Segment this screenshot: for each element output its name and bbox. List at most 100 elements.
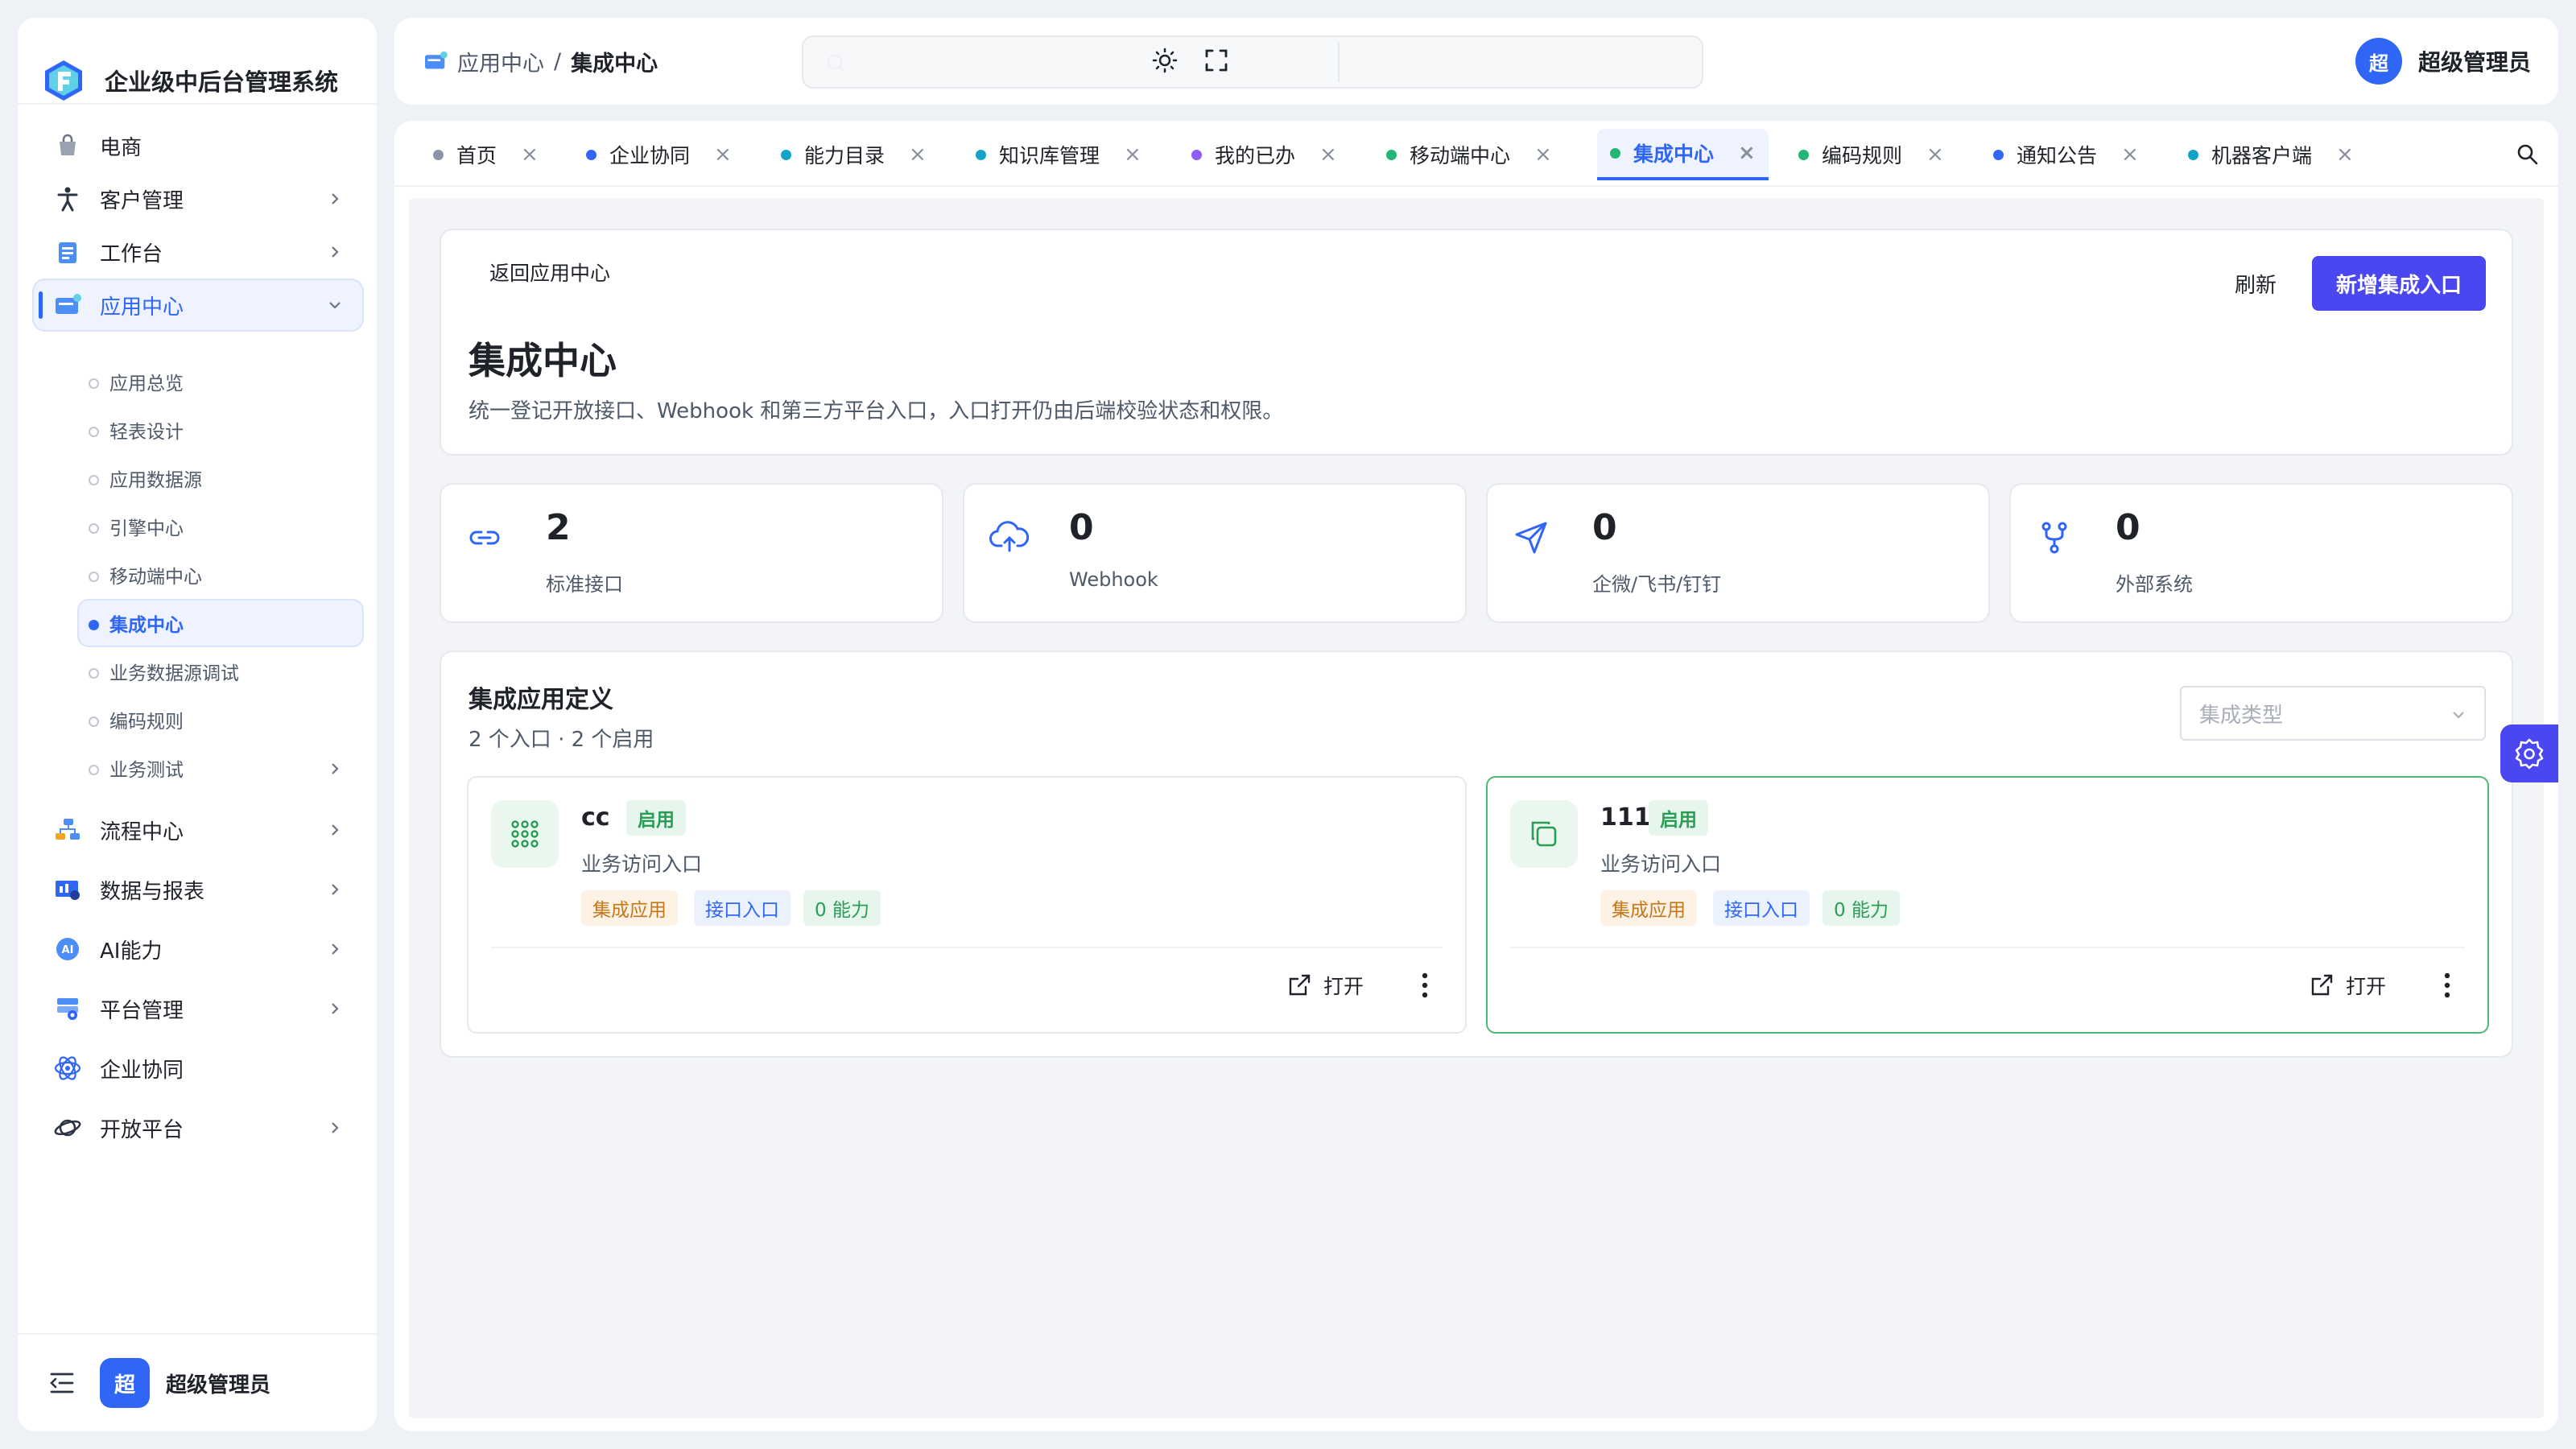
tab-integration-center[interactable]: 集成中心 ×: [1597, 129, 1769, 180]
app-name: 111: [1600, 803, 1651, 832]
sidebar-item-collab[interactable]: 企业协同: [32, 1042, 364, 1095]
more-vertical-icon[interactable]: [2442, 971, 2452, 1000]
close-icon[interactable]: ×: [909, 142, 927, 167]
sidebar-item-label: 应用中心: [100, 295, 184, 320]
stat-label: 标准接口: [546, 573, 623, 596]
stat-card: 0 Webhook: [963, 483, 1467, 623]
back-link[interactable]: 返回应用中心: [489, 258, 610, 287]
tab-notices[interactable]: 通知公告 ×: [1993, 129, 2139, 180]
svg-text:AI: AI: [62, 944, 74, 956]
sidebar-subitem-integration-center[interactable]: 集成中心: [77, 599, 364, 647]
chevron-right-icon: [325, 189, 345, 208]
search-input[interactable]: [802, 35, 1703, 89]
grid-dots-icon: [491, 800, 559, 868]
divider: [1510, 947, 2465, 948]
close-icon[interactable]: ×: [1738, 141, 1756, 165]
breadcrumb-item[interactable]: 应用中心: [457, 46, 544, 77]
tab-dot: [1386, 149, 1397, 160]
sidebar-subitem-business-test[interactable]: 业务测试: [77, 744, 364, 792]
tab-dot: [1798, 149, 1809, 160]
tab-coding-rules[interactable]: 编码规则 ×: [1798, 129, 1944, 180]
chevron-right-icon: [325, 939, 345, 959]
sidebar-item-data-reports[interactable]: 数据与报表: [32, 863, 364, 916]
sidebar-subitem-app-datasource[interactable]: 应用数据源: [77, 454, 364, 502]
stat-value: 2: [546, 507, 571, 548]
close-icon[interactable]: ×: [2336, 142, 2354, 167]
tab-my-done[interactable]: 我的已办 ×: [1191, 129, 1337, 180]
theme-toggle-icon[interactable]: [1151, 47, 1179, 74]
more-vertical-icon[interactable]: [1420, 971, 1430, 1000]
chevron-down-icon: [2449, 705, 2468, 724]
page-body: 返回应用中心 集成中心 统一登记开放接口、Webhook 和第三方平台入口，入口…: [409, 198, 2544, 1418]
user-menu[interactable]: 超 超级管理员: [2355, 18, 2531, 105]
collapse-menu-icon[interactable]: [48, 1371, 76, 1395]
divider: [18, 103, 377, 105]
sidebar-subitem-mobile-center[interactable]: 移动端中心: [77, 551, 364, 599]
sidebar-item-ai[interactable]: AI AI能力: [32, 923, 364, 976]
sidebar-item-customers[interactable]: 客户管理: [32, 172, 364, 225]
sidebar-item-label: 客户管理: [100, 188, 184, 213]
tab-home[interactable]: 首页 ×: [433, 129, 539, 180]
tag: 接口入口: [694, 890, 791, 926]
top-header: 应用中心 / 集成中心 超 超级管理员: [394, 18, 2558, 105]
tab-mobile-center[interactable]: 移动端中心 ×: [1386, 129, 1552, 180]
planet-icon: [52, 1112, 84, 1144]
clipboard-icon: [52, 236, 84, 268]
breadcrumb: 应用中心 / 集成中心: [423, 18, 658, 105]
content-area: 首页 × 企业协同 × 能力目录 × 知识库管理 × 我的已办 × 移动端中心 × 集成中心…: [394, 121, 2558, 1431]
search-icon: [824, 52, 848, 76]
stat-label: 企微/飞书/钉钉: [1592, 573, 1722, 596]
close-icon[interactable]: ×: [1926, 142, 1944, 167]
sidebar-subitem-engine-center[interactable]: 引擎中心: [77, 502, 364, 551]
report-icon: [52, 873, 84, 906]
app-card[interactable]: 111 启用 业务访问入口 集成应用 接口入口 0 能力 打开: [1486, 776, 2489, 1034]
sidebar-subitem-coding-rules[interactable]: 编码规则: [77, 696, 364, 744]
person-icon: [52, 183, 84, 215]
sidebar-item-label: 数据与报表: [100, 879, 205, 904]
fullscreen-icon[interactable]: [1203, 47, 1230, 74]
brand[interactable]: 企业级中后台管理系统: [42, 40, 338, 121]
sidebar-subitem-light-form[interactable]: 轻表设计: [77, 406, 364, 454]
sidebar-subitem-label: 业务测试: [109, 760, 184, 781]
close-icon[interactable]: ×: [1319, 142, 1337, 167]
search-icon[interactable]: [2515, 142, 2541, 167]
close-icon[interactable]: ×: [2121, 142, 2139, 167]
open-label: 打开: [1323, 975, 1364, 998]
refresh-button[interactable]: 刷新: [2235, 269, 2277, 299]
sidebar-item-ecommerce[interactable]: 电商: [32, 119, 364, 172]
status-badge: 启用: [1649, 800, 1708, 836]
add-integration-button[interactable]: 新增集成入口: [2312, 256, 2486, 311]
close-icon[interactable]: ×: [1124, 142, 1141, 167]
sidebar-item-open-platform[interactable]: 开放平台: [32, 1101, 364, 1154]
sidebar-subitem-app-overview[interactable]: 应用总览: [77, 357, 364, 406]
open-button[interactable]: 打开: [1286, 971, 1364, 1000]
section-title: 集成应用定义: [469, 686, 613, 714]
tab-label: 编码规则: [1822, 144, 1903, 167]
tag: 集成应用: [1600, 890, 1697, 926]
open-button[interactable]: 打开: [2309, 971, 2386, 1000]
sidebar-item-label: 平台管理: [100, 998, 184, 1023]
app-name: 企业级中后台管理系统: [105, 68, 339, 96]
close-icon[interactable]: ×: [714, 142, 732, 167]
tab-label: 知识库管理: [999, 144, 1100, 167]
collab-icon: [52, 1052, 84, 1084]
sidebar-item-platform[interactable]: 平台管理: [32, 982, 364, 1035]
close-icon[interactable]: ×: [521, 142, 539, 167]
integration-type-select[interactable]: 集成类型: [2180, 686, 2486, 741]
settings-fab[interactable]: [2500, 724, 2558, 782]
close-icon[interactable]: ×: [1534, 142, 1552, 167]
sidebar-item-workbench[interactable]: 工作台: [32, 225, 364, 279]
sidebar-item-app-center[interactable]: 应用中心: [32, 279, 364, 332]
divider: [491, 947, 1443, 948]
tab-collab[interactable]: 企业协同 ×: [586, 129, 732, 180]
sidebar-subitem-datasource-debug[interactable]: 业务数据源调试: [77, 647, 364, 696]
avatar[interactable]: 超: [100, 1358, 150, 1408]
app-card[interactable]: cc 启用 业务访问入口 集成应用 接口入口 0 能力 打开: [467, 776, 1467, 1034]
sidebar-item-label: 工作台: [100, 242, 163, 266]
stat-card: 0 企微/飞书/钉钉: [1486, 483, 1990, 623]
sidebar-item-flow-center[interactable]: 流程中心: [32, 803, 364, 857]
tab-knowledge-base[interactable]: 知识库管理 ×: [976, 129, 1141, 180]
tab-capability-catalog[interactable]: 能力目录 ×: [781, 129, 927, 180]
app-center-icon: [52, 289, 84, 321]
tab-bot-client[interactable]: 机器客户端 ×: [2188, 129, 2354, 180]
